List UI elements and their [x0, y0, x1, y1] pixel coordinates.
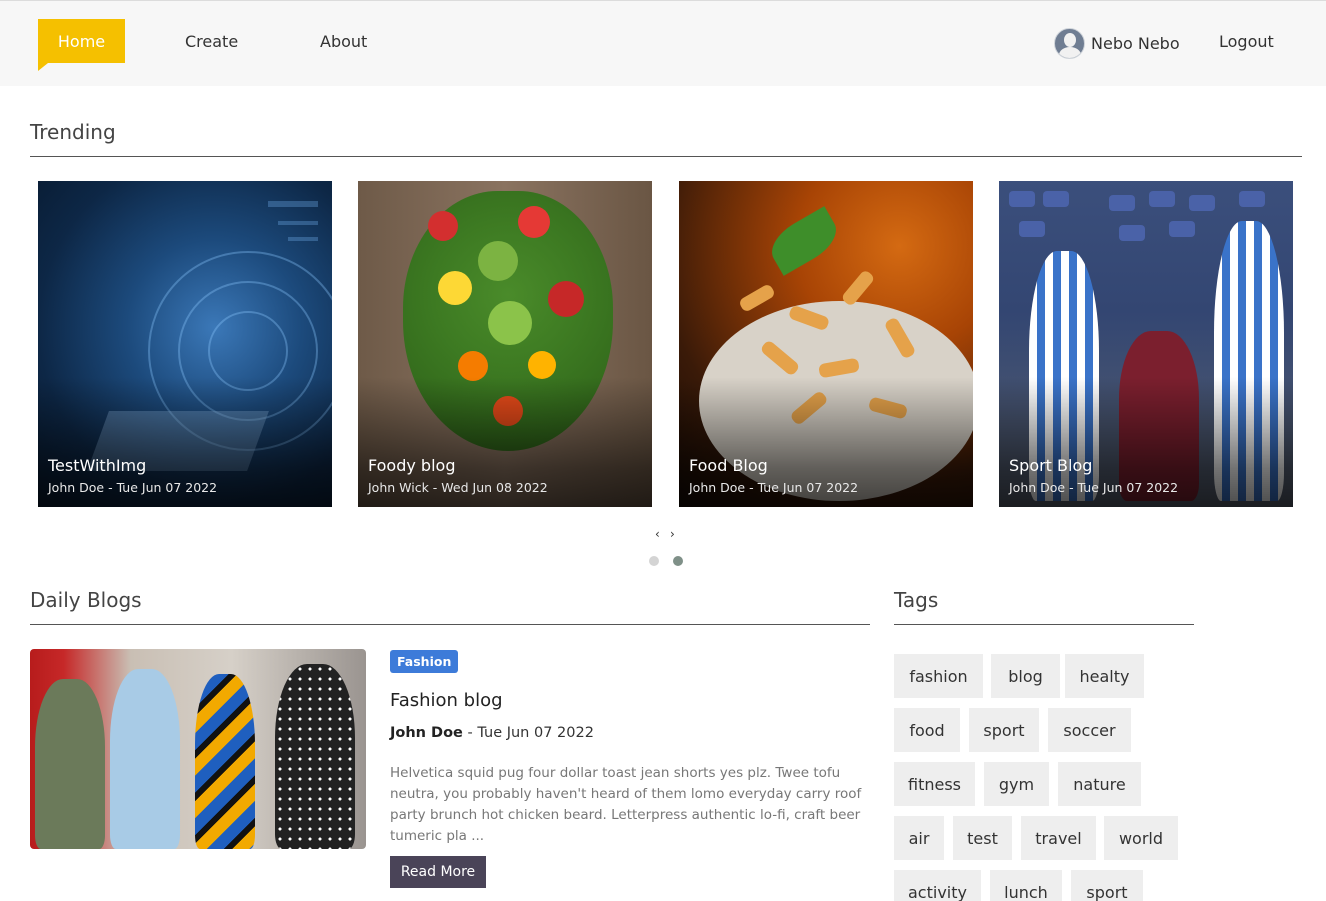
- trending-card-4[interactable]: Sport Blog John Doe - Tue Jun 07 2022: [999, 181, 1293, 507]
- avatar-icon: [1054, 27, 1085, 59]
- blog-post-date: Tue Jun 07 2022: [477, 725, 594, 741]
- tag-sport[interactable]: sport: [969, 708, 1039, 752]
- tag-sport[interactable]: sport: [1071, 870, 1143, 901]
- tag-air[interactable]: air: [894, 816, 944, 860]
- trending-divider: [30, 156, 1302, 157]
- tag-world[interactable]: world: [1104, 816, 1178, 860]
- tag-fashion[interactable]: fashion: [894, 654, 983, 698]
- tag-healty[interactable]: healty: [1065, 654, 1144, 698]
- tag-blog[interactable]: blog: [991, 654, 1060, 698]
- blog-post-image[interactable]: [30, 649, 366, 849]
- nav-about-link[interactable]: About: [320, 32, 367, 51]
- category-badge[interactable]: Fashion: [390, 650, 459, 673]
- carousel-prev-icon[interactable]: ‹: [655, 527, 660, 541]
- trending-card-title: Sport Blog: [1009, 456, 1093, 475]
- blog-post-excerpt: Helvetica squid pug four dollar toast je…: [390, 765, 862, 844]
- tag-nature[interactable]: nature: [1058, 762, 1141, 806]
- trending-card-1[interactable]: TestWithImg John Doe - Tue Jun 07 2022: [38, 181, 332, 507]
- trending-card-meta: John Doe - Tue Jun 07 2022: [689, 480, 859, 495]
- tag-soccer[interactable]: soccer: [1048, 708, 1131, 752]
- tag-lunch[interactable]: lunch: [990, 870, 1062, 901]
- nav-home-link[interactable]: Home: [38, 19, 125, 71]
- daily-blogs-heading: Daily Blogs: [30, 588, 142, 612]
- trending-card-2[interactable]: Foody blog John Wick - Wed Jun 08 2022: [358, 181, 652, 507]
- tag-gym[interactable]: gym: [984, 762, 1049, 806]
- trending-card-title: Food Blog: [689, 456, 768, 475]
- read-more-button[interactable]: Read More: [390, 856, 486, 888]
- tags-divider: [894, 624, 1194, 625]
- trending-card-title: Foody blog: [368, 456, 456, 475]
- tag-travel[interactable]: travel: [1021, 816, 1096, 860]
- carousel-dot[interactable]: [649, 556, 659, 566]
- tag-food[interactable]: food: [894, 708, 960, 752]
- tag-test[interactable]: test: [953, 816, 1012, 860]
- blog-post-author: John Doe: [390, 725, 463, 741]
- navbar: Home Create About Nebo Nebo Logout: [0, 0, 1326, 86]
- trending-card-meta: John Doe - Tue Jun 07 2022: [1009, 480, 1179, 495]
- tag-fitness[interactable]: fitness: [894, 762, 975, 806]
- user-menu[interactable]: Nebo Nebo: [1054, 27, 1180, 59]
- daily-blogs-divider: [30, 624, 870, 625]
- trending-card-meta: John Wick - Wed Jun 08 2022: [368, 480, 548, 495]
- trending-card-title: TestWithImg: [48, 456, 147, 475]
- logout-link[interactable]: Logout: [1219, 32, 1274, 51]
- trending-heading: Trending: [30, 120, 116, 144]
- trending-card-meta: John Doe - Tue Jun 07 2022: [48, 480, 218, 495]
- tag-activity[interactable]: activity: [894, 870, 981, 901]
- carousel-dot[interactable]: [673, 556, 683, 566]
- tags-heading: Tags: [894, 588, 939, 612]
- meta-separator: -: [462, 725, 478, 741]
- user-name: Nebo Nebo: [1091, 33, 1180, 53]
- nav-create-link[interactable]: Create: [185, 32, 238, 51]
- blog-post-title[interactable]: Fashion blog: [390, 690, 503, 711]
- carousel-next-icon[interactable]: ›: [670, 527, 675, 541]
- blog-post-meta: John Doe - Tue Jun 07 2022: [390, 725, 594, 741]
- trending-card-3[interactable]: Food Blog John Doe - Tue Jun 07 2022: [679, 181, 973, 507]
